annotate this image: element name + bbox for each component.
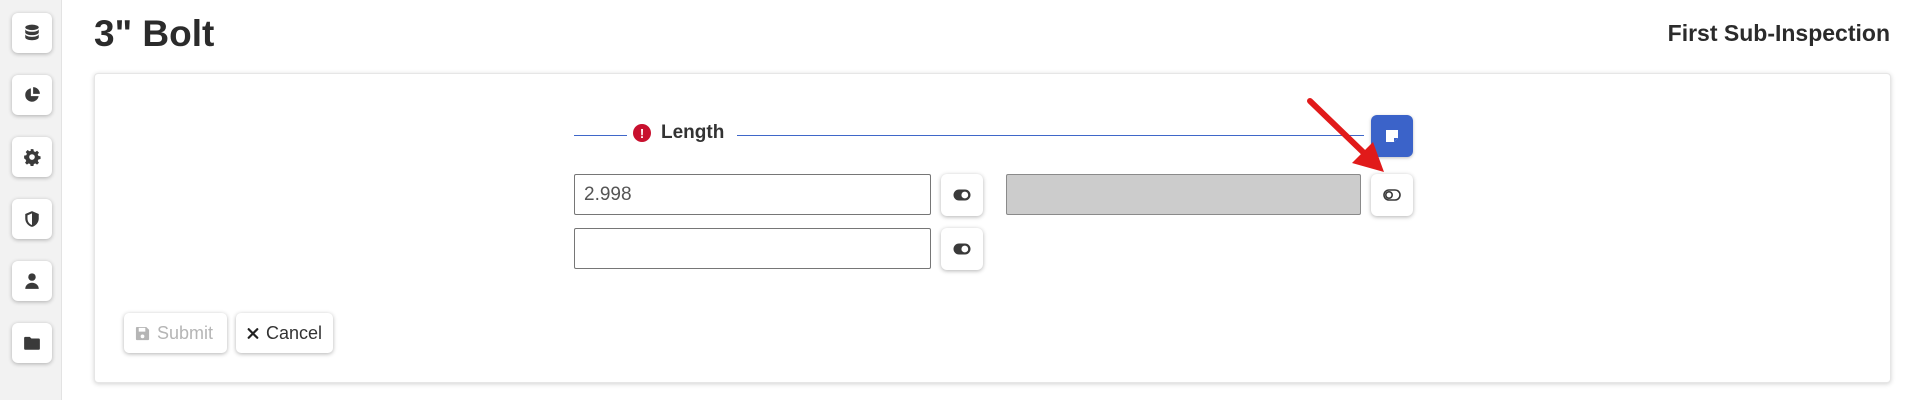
submit-label: Submit bbox=[157, 322, 214, 343]
sticky-note-icon bbox=[1386, 130, 1398, 142]
gear-icon bbox=[24, 149, 41, 166]
toggle-off-icon bbox=[1383, 189, 1401, 201]
secondary-measurement-input bbox=[1006, 174, 1361, 215]
cancel-label: Cancel bbox=[265, 322, 322, 343]
shield-icon bbox=[25, 211, 39, 227]
cancel-button[interactable]: Cancel bbox=[236, 313, 333, 353]
toggle-button-secondary[interactable] bbox=[1371, 174, 1413, 216]
save-icon bbox=[135, 326, 150, 340]
measurement-input-1[interactable] bbox=[574, 174, 931, 215]
sidebar-item-security[interactable] bbox=[12, 199, 52, 239]
page-title: 3" Bolt bbox=[94, 13, 215, 54]
toggle-on-icon bbox=[953, 243, 971, 255]
section-header: ! Length bbox=[633, 122, 724, 144]
inspection-title: First Sub-Inspection bbox=[1667, 20, 1890, 46]
submit-button[interactable]: Submit bbox=[124, 313, 227, 353]
inspection-card bbox=[94, 73, 1891, 383]
folder-icon bbox=[24, 336, 40, 350]
pie-chart-icon bbox=[25, 87, 40, 102]
measurement-input-2[interactable] bbox=[574, 228, 931, 269]
section-label: Length bbox=[661, 122, 725, 143]
add-note-button[interactable] bbox=[1371, 115, 1413, 157]
legend-divider-right bbox=[737, 135, 1364, 136]
sidebar bbox=[0, 0, 62, 400]
toggle-button-2[interactable] bbox=[941, 228, 983, 270]
sidebar-item-reports[interactable] bbox=[12, 75, 52, 115]
sidebar-item-users[interactable] bbox=[12, 261, 52, 301]
toggle-on-icon bbox=[953, 189, 971, 201]
user-icon bbox=[25, 273, 39, 289]
sidebar-item-database[interactable] bbox=[12, 13, 52, 53]
error-icon: ! bbox=[633, 124, 651, 142]
toggle-button-1[interactable] bbox=[941, 174, 983, 216]
legend-divider-left bbox=[574, 135, 627, 136]
database-icon bbox=[25, 24, 39, 41]
sidebar-item-files[interactable] bbox=[12, 323, 52, 363]
sidebar-item-settings[interactable] bbox=[12, 137, 52, 177]
close-icon bbox=[247, 327, 259, 339]
